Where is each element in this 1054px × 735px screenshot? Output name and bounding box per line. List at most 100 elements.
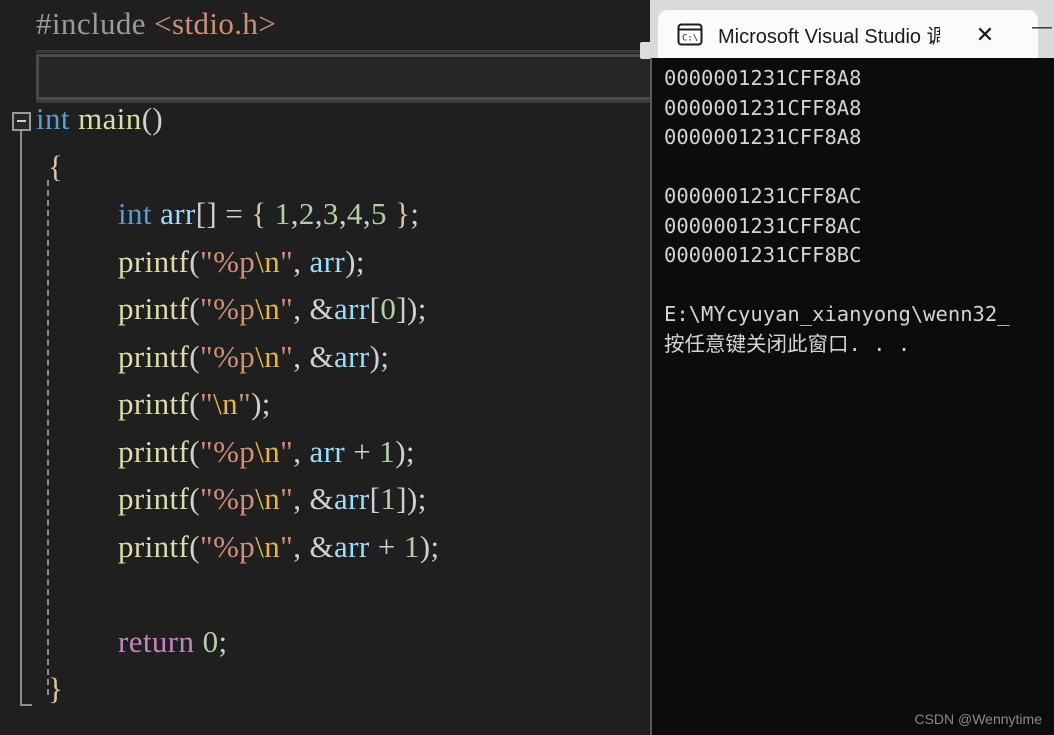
code-token: " bbox=[280, 338, 294, 374]
console-output-line: 0000001231CFF8AC bbox=[664, 213, 862, 238]
code-token: printf bbox=[118, 386, 190, 421]
screenshot-root: #include <stdio.h> int main(){int arr[] … bbox=[0, 0, 1054, 735]
code-token: , bbox=[293, 481, 310, 516]
code-token: , bbox=[293, 338, 310, 374]
code-token: & bbox=[309, 338, 335, 374]
code-token: () bbox=[141, 101, 164, 136]
code-token: + bbox=[345, 433, 380, 469]
code-token: "%p bbox=[200, 291, 256, 326]
code-token: arr bbox=[334, 291, 370, 326]
code-token: ( bbox=[189, 243, 201, 279]
code-token: , bbox=[293, 291, 310, 326]
code-token: , bbox=[338, 196, 347, 231]
code-token: printf bbox=[118, 433, 190, 469]
console-output-line: 0000001231CFF8AC bbox=[664, 184, 862, 208]
code-token: \n bbox=[213, 386, 238, 421]
console-output-text: 0000001231CFF8A8 0000001231CFF8A8 00000012… bbox=[664, 64, 1010, 359]
close-icon[interactable]: ✕ bbox=[970, 20, 1000, 50]
code-token: 3 bbox=[322, 196, 339, 231]
code-token: + bbox=[369, 528, 404, 564]
code-token: int bbox=[118, 196, 152, 231]
code-token: { bbox=[48, 148, 64, 184]
code-token: ]); bbox=[396, 481, 427, 516]
editor-gutter bbox=[0, 0, 36, 735]
code-token: "%p bbox=[200, 481, 256, 516]
watermark-label: CSDN @Wennytime bbox=[914, 711, 1042, 727]
console-output-line: 0000001231CFF8A8 bbox=[664, 66, 862, 90]
code-token: arr bbox=[334, 481, 370, 516]
code-token: \n bbox=[255, 291, 281, 326]
code-token: ]); bbox=[396, 291, 427, 326]
debug-console-window[interactable]: C:\ Microsoft Visual Studio 调试控 ✕ — 0000… bbox=[650, 0, 1054, 735]
console-output-line: 0000001231CFF8A8 bbox=[664, 125, 862, 149]
code-token: ( bbox=[189, 481, 201, 516]
code-token: main bbox=[78, 101, 142, 136]
code-token: printf bbox=[118, 243, 190, 279]
console-output-line: 0000001231CFF8A8 bbox=[664, 95, 862, 120]
console-output-line: 按任意键关闭此窗口. . . bbox=[664, 331, 911, 356]
console-output-area[interactable]: 0000001231CFF8A8 0000001231CFF8A8 00000012… bbox=[650, 58, 1054, 735]
code-token: 1 bbox=[274, 196, 291, 231]
code-token: ( bbox=[189, 433, 201, 469]
code-token: 0 bbox=[380, 291, 397, 326]
code-token: "%p bbox=[200, 528, 256, 564]
code-token: { bbox=[251, 196, 275, 231]
code-token: 5 bbox=[371, 196, 387, 231]
code-token: , bbox=[362, 196, 372, 231]
code-token: #include bbox=[36, 6, 146, 41]
console-output-line: 0000001231CFF8BC bbox=[664, 243, 862, 267]
code-token: ; bbox=[218, 623, 228, 659]
code-token: "%p bbox=[200, 433, 256, 469]
code-token: " bbox=[280, 433, 294, 469]
console-output-line: E:\MYcyuyan_xianyong\wenn32_ bbox=[664, 302, 1010, 326]
code-token: & bbox=[309, 291, 335, 326]
code-token: \n bbox=[255, 433, 281, 469]
code-token: printf bbox=[118, 291, 190, 326]
code-token: ( bbox=[189, 338, 201, 374]
code-token: <stdio.h> bbox=[154, 6, 277, 41]
fold-collapse-icon[interactable] bbox=[12, 112, 31, 131]
svg-text:C:\: C:\ bbox=[682, 33, 698, 43]
scope-line-foot bbox=[20, 704, 32, 706]
code-token: printf bbox=[118, 338, 190, 374]
line-separator-top bbox=[36, 50, 736, 53]
code-token: , bbox=[290, 196, 299, 231]
console-cmd-icon: C:\ bbox=[676, 22, 704, 47]
code-token: [ bbox=[369, 291, 381, 326]
code-token: [] bbox=[195, 196, 226, 231]
code-token: " bbox=[280, 481, 294, 516]
code-token: " bbox=[280, 243, 294, 279]
code-token: } bbox=[386, 196, 411, 231]
code-token: ( bbox=[189, 528, 201, 564]
code-token: "%p bbox=[200, 243, 256, 279]
code-token: } bbox=[48, 671, 64, 706]
code-token: 2 bbox=[298, 196, 315, 231]
console-titlebar[interactable]: C:\ Microsoft Visual Studio 调试控 ✕ — bbox=[650, 0, 1054, 58]
code-token: = bbox=[225, 196, 252, 231]
code-token: & bbox=[309, 528, 335, 564]
minimize-icon[interactable]: — bbox=[1032, 17, 1052, 38]
scope-line bbox=[20, 131, 22, 706]
code-token: , bbox=[293, 528, 310, 564]
code-token: ); bbox=[395, 433, 415, 469]
code-token: arr bbox=[309, 433, 346, 469]
code-token: printf bbox=[118, 481, 190, 516]
code-token: ; bbox=[410, 196, 420, 231]
code-token: ); bbox=[251, 386, 271, 421]
current-line-highlight-box[interactable] bbox=[36, 54, 736, 100]
code-token: [ bbox=[369, 481, 381, 516]
code-token: ( bbox=[189, 291, 201, 326]
code-token: 0 bbox=[202, 623, 219, 659]
line-separator-bottom bbox=[36, 100, 736, 103]
code-token: arr bbox=[334, 528, 370, 564]
console-tab[interactable]: C:\ Microsoft Visual Studio 调试控 ✕ bbox=[658, 10, 1038, 58]
code-token: 1 bbox=[403, 528, 420, 564]
code-token: \n bbox=[255, 243, 281, 279]
code-token: " bbox=[280, 528, 294, 564]
